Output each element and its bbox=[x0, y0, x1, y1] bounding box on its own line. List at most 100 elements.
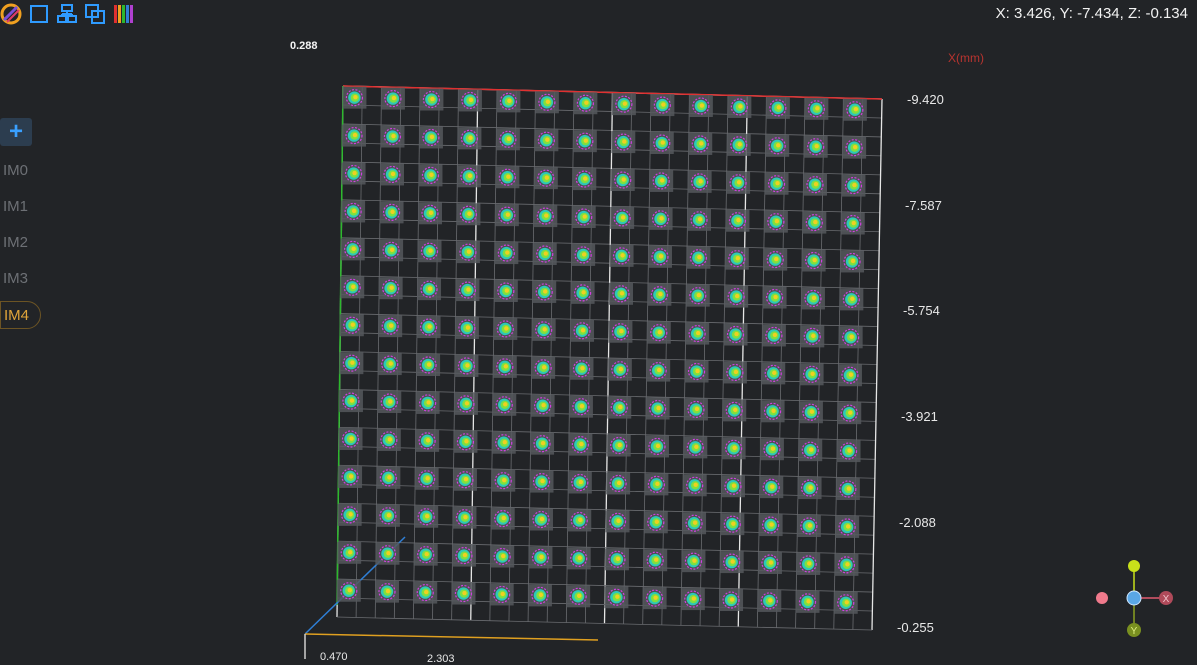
spot bbox=[685, 322, 710, 345]
spot bbox=[566, 547, 591, 570]
spot bbox=[608, 282, 633, 305]
spot bbox=[374, 580, 399, 603]
spot bbox=[380, 163, 405, 186]
spot bbox=[492, 355, 517, 378]
gizmo-center[interactable] bbox=[1126, 590, 1142, 606]
spot bbox=[490, 545, 515, 568]
spot bbox=[796, 552, 821, 575]
spot bbox=[493, 317, 518, 340]
spot bbox=[607, 396, 632, 419]
spot bbox=[490, 507, 515, 530]
spot bbox=[338, 428, 363, 451]
spot bbox=[606, 434, 631, 457]
spot bbox=[764, 172, 789, 195]
spot bbox=[647, 245, 672, 268]
spot bbox=[643, 511, 668, 534]
spot bbox=[765, 96, 790, 119]
spot bbox=[572, 130, 597, 153]
spot bbox=[454, 317, 479, 340]
spot-array bbox=[336, 86, 867, 614]
spot bbox=[567, 471, 592, 494]
spot bbox=[570, 281, 595, 304]
spot bbox=[457, 127, 482, 150]
spot bbox=[338, 465, 363, 488]
spot bbox=[489, 583, 514, 606]
y-tick-label: -5.754 bbox=[903, 303, 940, 318]
spot bbox=[342, 86, 367, 109]
spot bbox=[837, 364, 862, 387]
spot bbox=[795, 590, 820, 613]
spot bbox=[725, 209, 750, 232]
y-tick-label: -3.921 bbox=[901, 409, 938, 424]
spot bbox=[722, 361, 747, 384]
spot bbox=[798, 401, 823, 424]
spot bbox=[376, 428, 401, 451]
spot bbox=[644, 473, 669, 496]
spot bbox=[496, 90, 521, 113]
spot bbox=[650, 94, 675, 117]
spot bbox=[681, 550, 706, 573]
spot bbox=[682, 512, 707, 535]
spot bbox=[414, 467, 439, 490]
spot bbox=[763, 210, 788, 233]
spot bbox=[417, 240, 442, 263]
spot bbox=[529, 470, 554, 493]
gizmo-x-label: X bbox=[1163, 594, 1170, 605]
spot bbox=[528, 546, 553, 569]
spot bbox=[571, 243, 596, 266]
spot bbox=[761, 362, 786, 385]
spot bbox=[759, 476, 784, 499]
spot bbox=[724, 285, 749, 308]
x-tick-label: 0.470 bbox=[320, 651, 348, 663]
spot bbox=[495, 166, 520, 189]
spot bbox=[530, 432, 555, 455]
gizmo-y-positive[interactable] bbox=[1128, 560, 1140, 572]
spot bbox=[457, 89, 482, 112]
spot bbox=[528, 508, 553, 531]
spot bbox=[380, 125, 405, 148]
spot bbox=[682, 474, 707, 497]
spot bbox=[533, 205, 558, 228]
spot bbox=[531, 318, 556, 341]
spot bbox=[683, 398, 708, 421]
spot bbox=[378, 315, 403, 338]
spot bbox=[572, 168, 597, 191]
spot bbox=[534, 91, 559, 114]
spot bbox=[609, 244, 634, 267]
spot bbox=[611, 131, 636, 154]
spot bbox=[533, 167, 558, 190]
spot bbox=[765, 134, 790, 157]
spot bbox=[494, 242, 519, 265]
spot bbox=[456, 165, 481, 188]
spot bbox=[452, 468, 477, 491]
spot bbox=[415, 429, 440, 452]
spot bbox=[761, 324, 786, 347]
spot bbox=[798, 439, 823, 462]
spot bbox=[492, 393, 517, 416]
3d-viewport[interactable] bbox=[0, 0, 1197, 659]
gizmo-x-negative[interactable] bbox=[1096, 592, 1108, 604]
spot bbox=[569, 357, 594, 380]
spot bbox=[720, 475, 745, 498]
spot bbox=[841, 174, 866, 197]
spot bbox=[648, 207, 673, 230]
spot bbox=[341, 162, 366, 185]
spot bbox=[379, 239, 404, 262]
spot bbox=[726, 133, 751, 156]
spot bbox=[719, 589, 744, 612]
spot bbox=[834, 553, 859, 576]
spot bbox=[419, 88, 444, 111]
spot bbox=[453, 430, 478, 453]
spot bbox=[683, 436, 708, 459]
orientation-gizmo[interactable]: X Y bbox=[1090, 556, 1180, 646]
spot bbox=[799, 363, 824, 386]
spot bbox=[803, 135, 828, 158]
spot bbox=[566, 585, 591, 608]
spot bbox=[415, 391, 440, 414]
spot bbox=[842, 98, 867, 121]
spot bbox=[568, 395, 593, 418]
spot bbox=[380, 87, 405, 110]
spot bbox=[452, 506, 477, 529]
spot bbox=[451, 544, 476, 567]
spot bbox=[341, 124, 366, 147]
